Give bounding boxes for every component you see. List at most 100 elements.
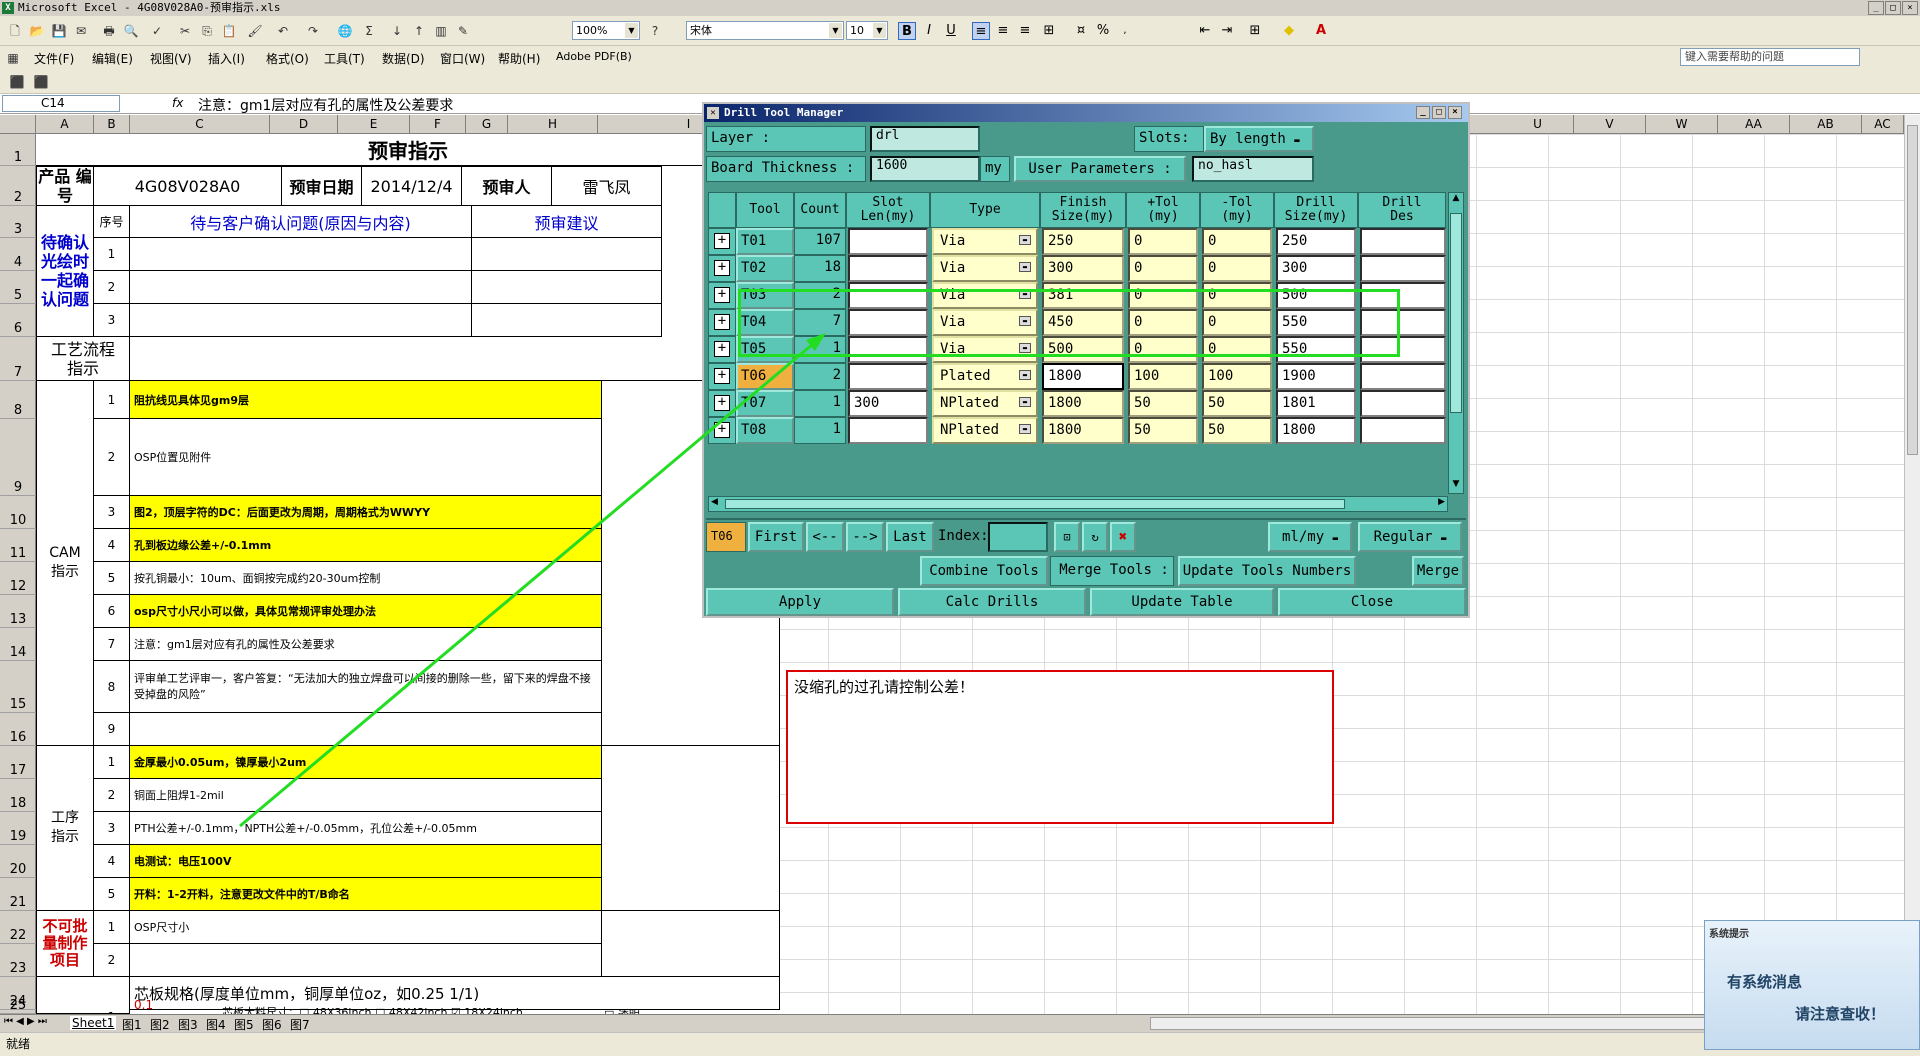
tab-sheet1[interactable]: Sheet1 [70, 1016, 117, 1030]
mode-select[interactable]: Regular ▬ [1358, 522, 1462, 552]
drill-des-input[interactable] [1360, 228, 1446, 255]
drill-size-input[interactable]: 1900 [1276, 363, 1356, 390]
type-select[interactable]: Plated ▬ [932, 363, 1038, 390]
batch-num[interactable]: 2 [94, 944, 130, 977]
percent-icon[interactable]: % [1094, 22, 1112, 40]
col-header[interactable]: B [94, 115, 130, 134]
drill-size-input[interactable]: 250 [1276, 228, 1356, 255]
cam-num[interactable]: 4 [94, 529, 130, 562]
batch-item[interactable]: OSP尺寸小 [130, 911, 602, 944]
col-header[interactable]: A [36, 115, 94, 134]
row-header[interactable]: 1 [0, 134, 36, 166]
count-cell[interactable]: 18 [794, 255, 846, 282]
batch-item[interactable] [130, 944, 602, 977]
expand-row-button[interactable]: + [708, 417, 736, 444]
minus-tol-input[interactable]: 50 [1202, 417, 1272, 444]
cam-item[interactable]: osp尺寸小尺小可以做，具体见常规评审处理办法 [130, 595, 602, 628]
row-header[interactable]: 14 [0, 628, 36, 661]
font-size-select[interactable]: 10 ▼ [846, 21, 888, 40]
tool-cell[interactable]: T07 [736, 390, 794, 417]
proc-num[interactable]: 3 [94, 812, 130, 845]
cam-num[interactable]: 5 [94, 562, 130, 595]
plus-tol-input[interactable]: 50 [1128, 417, 1198, 444]
align-left-icon[interactable]: ≡ [972, 22, 990, 40]
proc-item[interactable]: 开料：1-2开料，注意更改文件中的T/B命名 [130, 878, 602, 911]
hscroll-thumb[interactable] [725, 499, 1345, 509]
type-select[interactable]: Via ▬ [932, 255, 1038, 282]
bold-button[interactable]: B [898, 22, 916, 40]
proc-num[interactable]: 1 [94, 746, 130, 779]
col-header[interactable]: U [1502, 115, 1574, 134]
fx-icon[interactable]: fx [172, 96, 183, 110]
col-header[interactable]: F [410, 115, 466, 134]
calc-drills-button[interactable]: Calc Drills [898, 588, 1086, 616]
refresh-icon[interactable]: ↻ [1082, 522, 1108, 552]
row-header[interactable]: 8 [0, 381, 36, 419]
slot-len-input[interactable] [848, 228, 928, 255]
redo-icon[interactable]: ↷ [304, 22, 322, 40]
cam-item[interactable]: 孔到板边缘公差+/-0.1mm [130, 529, 602, 562]
decrease-indent-icon[interactable]: ⇤ [1196, 22, 1214, 40]
help-search-input[interactable]: 键入需要帮助的问题 [1680, 48, 1860, 66]
core-spec-blank[interactable] [36, 977, 130, 1014]
confirm-num[interactable]: 1 [94, 238, 130, 271]
slot-len-input[interactable]: 300 [848, 390, 928, 417]
chart-icon[interactable]: ▥ [432, 22, 450, 40]
confirm-issue-cell[interactable] [130, 238, 472, 271]
tool-cell[interactable]: T06 [736, 363, 794, 390]
new-icon[interactable]: 🗋 [6, 22, 24, 40]
scroll-down-icon[interactable]: ▼ [1450, 479, 1462, 493]
tab-fig4[interactable]: 图4 [206, 1016, 226, 1033]
last-button[interactable]: Last [886, 522, 934, 552]
row-header[interactable]: 3 [0, 206, 36, 238]
table-hscroll[interactable]: ◀ ▶ [708, 496, 1448, 512]
currency-icon[interactable]: ¤ [1072, 22, 1090, 40]
select-all-corner[interactable] [0, 115, 36, 134]
confirm-issue-cell[interactable] [130, 271, 472, 304]
tool-cell[interactable]: T01 [736, 228, 794, 255]
row-header[interactable]: 9 [0, 419, 36, 496]
user-params-button[interactable]: User Parameters : [1014, 156, 1186, 182]
proc-num[interactable]: 2 [94, 779, 130, 812]
fill-color-icon[interactable]: ◆ [1280, 22, 1298, 40]
comma-icon[interactable]: , [1116, 22, 1134, 40]
save-icon[interactable]: 💾 [50, 22, 68, 40]
reviewer-value[interactable]: 雷飞凤 [552, 166, 662, 206]
tab-fig3[interactable]: 图3 [178, 1016, 198, 1033]
cam-num[interactable]: 6 [94, 595, 130, 628]
sheet-title[interactable]: 预审指示 [36, 134, 780, 166]
drill-des-input[interactable] [1360, 390, 1446, 417]
cam-item[interactable]: 注意：gm1层对应有孔的属性及公差要求 [130, 628, 602, 661]
row-header[interactable]: 16 [0, 713, 36, 746]
dialog-close-button[interactable]: × [1448, 106, 1462, 119]
expand-row-button[interactable]: + [708, 228, 736, 255]
row-header[interactable]: 10 [0, 496, 36, 529]
col-header[interactable]: C [130, 115, 270, 134]
row-header[interactable]: 19 [0, 812, 36, 845]
vscroll-thumb[interactable] [1450, 213, 1462, 413]
row-header[interactable]: 4 [0, 238, 36, 271]
row-header[interactable]: 20 [0, 845, 36, 878]
slot-len-input[interactable] [848, 363, 928, 390]
autosum-icon[interactable]: Σ [360, 22, 378, 40]
expand-row-button[interactable]: + [708, 309, 736, 336]
cam-num[interactable]: 2 [94, 419, 130, 496]
font-name-select[interactable]: 宋体 ▼ [686, 21, 844, 40]
expand-row-button[interactable]: + [708, 363, 736, 390]
cam-num[interactable]: 9 [94, 713, 130, 746]
align-right-icon[interactable]: ≡ [1016, 22, 1034, 40]
date-value[interactable]: 2014/12/4 [362, 166, 462, 206]
finish-size-input[interactable]: 300 [1042, 255, 1124, 282]
cam-label[interactable]: CAM指示 [36, 381, 94, 746]
tool-cell[interactable]: T02 [736, 255, 794, 282]
slot-len-input[interactable] [848, 417, 928, 444]
finish-size-input[interactable]: 1800 [1042, 417, 1124, 444]
proc-item[interactable]: 金厚最小0.05um，镍厚最小2um [130, 746, 602, 779]
product-label[interactable]: 产品 编号 [36, 166, 94, 206]
plus-tol-input[interactable]: 0 [1128, 255, 1198, 282]
seq-label[interactable]: 序号 [94, 206, 130, 238]
prev-button[interactable]: <-- [806, 522, 844, 552]
row-header[interactable]: 11 [0, 529, 36, 562]
zoom-select[interactable]: 100% ▼ [572, 21, 640, 40]
drawing-icon[interactable]: ✎ [454, 22, 472, 40]
